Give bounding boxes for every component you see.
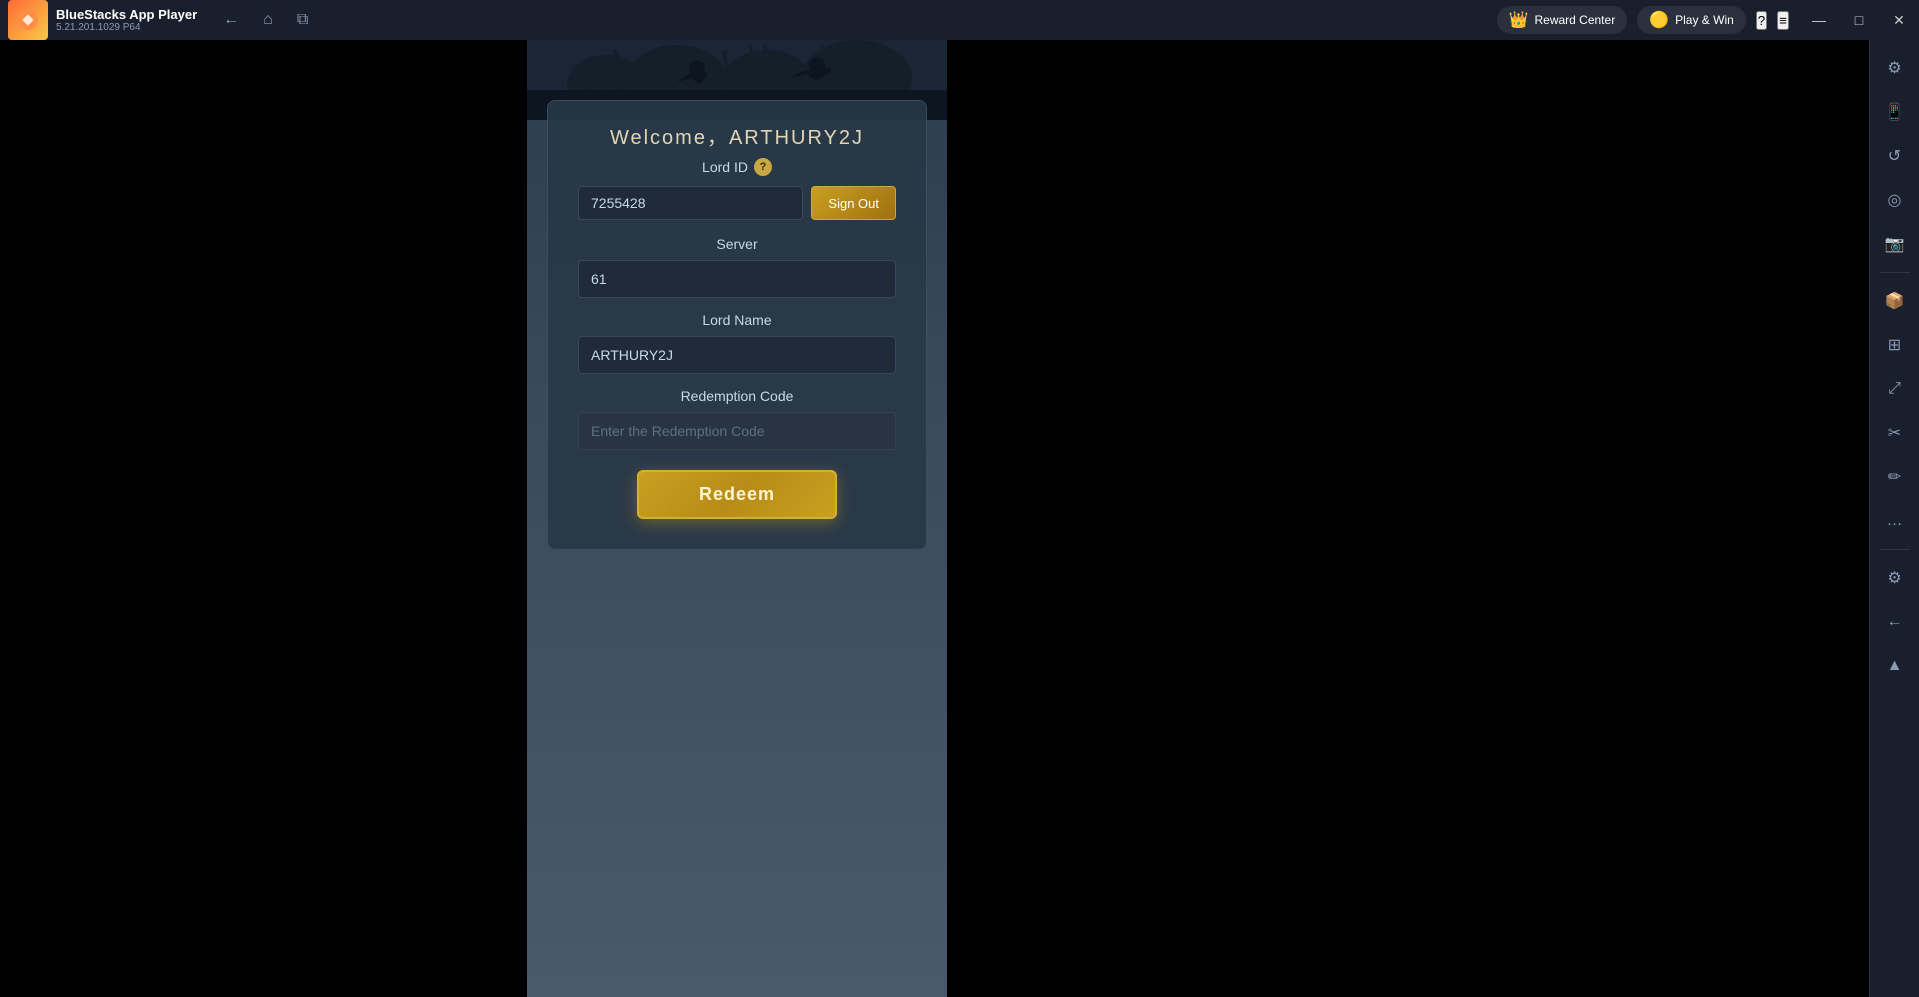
- play-win-button[interactable]: 🟡 Play & Win: [1637, 6, 1746, 34]
- lord-id-label-row: Lord ID ?: [578, 158, 896, 176]
- reward-center-button[interactable]: 👑 Reward Center: [1497, 6, 1628, 34]
- titlebar-nav: ← ⌂ ⧉: [217, 7, 314, 33]
- help-button[interactable]: ?: [1756, 11, 1767, 30]
- menu-button[interactable]: ≡: [1777, 11, 1789, 30]
- game-panel: Welcome，ARTHURY2J Lord ID ? Sign Out Ser…: [527, 0, 947, 997]
- redeem-button[interactable]: Redeem: [637, 470, 837, 519]
- minimize-button[interactable]: —: [1799, 0, 1839, 40]
- lord-id-help-icon[interactable]: ?: [754, 158, 772, 176]
- sidebar-settings-btn[interactable]: ⚙: [1875, 48, 1915, 88]
- sidebar-grid-btn[interactable]: ⊞: [1875, 325, 1915, 365]
- app-version: 5.21.201.1029 P64: [56, 22, 197, 33]
- app-logo: [8, 0, 48, 40]
- sidebar-more-btn[interactable]: …: [1875, 501, 1915, 541]
- form-container: Welcome，ARTHURY2J Lord ID ? Sign Out Ser…: [547, 100, 927, 550]
- sidebar-gear-btn[interactable]: ⚙: [1875, 558, 1915, 598]
- app-name-block: BlueStacks App Player 5.21.201.1029 P64: [56, 7, 197, 33]
- window-controls: — □ ✕: [1799, 0, 1919, 40]
- redemption-code-label: Redemption Code: [578, 388, 896, 404]
- sidebar-edit-btn[interactable]: ✏: [1875, 457, 1915, 497]
- sidebar-location-btn[interactable]: ◎: [1875, 180, 1915, 220]
- lord-id-row: Sign Out: [578, 186, 896, 220]
- tabs-button[interactable]: ⧉: [291, 7, 314, 33]
- sidebar-divider-2: [1880, 549, 1910, 550]
- app-name: BlueStacks App Player: [56, 7, 197, 22]
- right-sidebar: ⚙ 📱 ↺ ◎ 📷 📦 ⊞ ⤢ ✂ ✏ … ⚙ ← ▲: [1869, 40, 1919, 997]
- server-label: Server: [578, 236, 896, 252]
- coin-icon: 🟡: [1649, 10, 1669, 30]
- lord-id-input[interactable]: [578, 186, 803, 220]
- sign-out-button[interactable]: Sign Out: [811, 186, 896, 220]
- welcome-text: Welcome，ARTHURY2J: [578, 121, 896, 150]
- sidebar-divider-1: [1880, 272, 1910, 273]
- redemption-code-input[interactable]: [578, 412, 896, 450]
- play-win-label: Play & Win: [1675, 13, 1734, 27]
- sidebar-apk-btn[interactable]: 📦: [1875, 281, 1915, 321]
- lord-name-label: Lord Name: [578, 312, 896, 328]
- titlebar-right: 👑 Reward Center 🟡 Play & Win ? ≡: [1497, 6, 1789, 34]
- sidebar-resize-btn[interactable]: ⤢: [1875, 369, 1915, 409]
- sidebar-screen-btn[interactable]: 📱: [1875, 92, 1915, 132]
- server-input[interactable]: [578, 260, 896, 298]
- reward-center-label: Reward Center: [1534, 13, 1615, 27]
- sidebar-camera-btn[interactable]: 📷: [1875, 224, 1915, 264]
- sidebar-up-btn[interactable]: ▲: [1875, 646, 1915, 686]
- home-button[interactable]: ⌂: [257, 7, 279, 33]
- maximize-button[interactable]: □: [1839, 0, 1879, 40]
- titlebar: BlueStacks App Player 5.21.201.1029 P64 …: [0, 0, 1919, 40]
- sidebar-clip-btn[interactable]: ✂: [1875, 413, 1915, 453]
- lord-name-input[interactable]: [578, 336, 896, 374]
- crown-icon: 👑: [1509, 10, 1529, 30]
- lord-id-label-text: Lord ID: [702, 159, 748, 175]
- close-button[interactable]: ✕: [1879, 0, 1919, 40]
- sidebar-rotate-btn[interactable]: ↺: [1875, 136, 1915, 176]
- sidebar-back-btn[interactable]: ←: [1875, 602, 1915, 642]
- back-button[interactable]: ←: [217, 7, 245, 33]
